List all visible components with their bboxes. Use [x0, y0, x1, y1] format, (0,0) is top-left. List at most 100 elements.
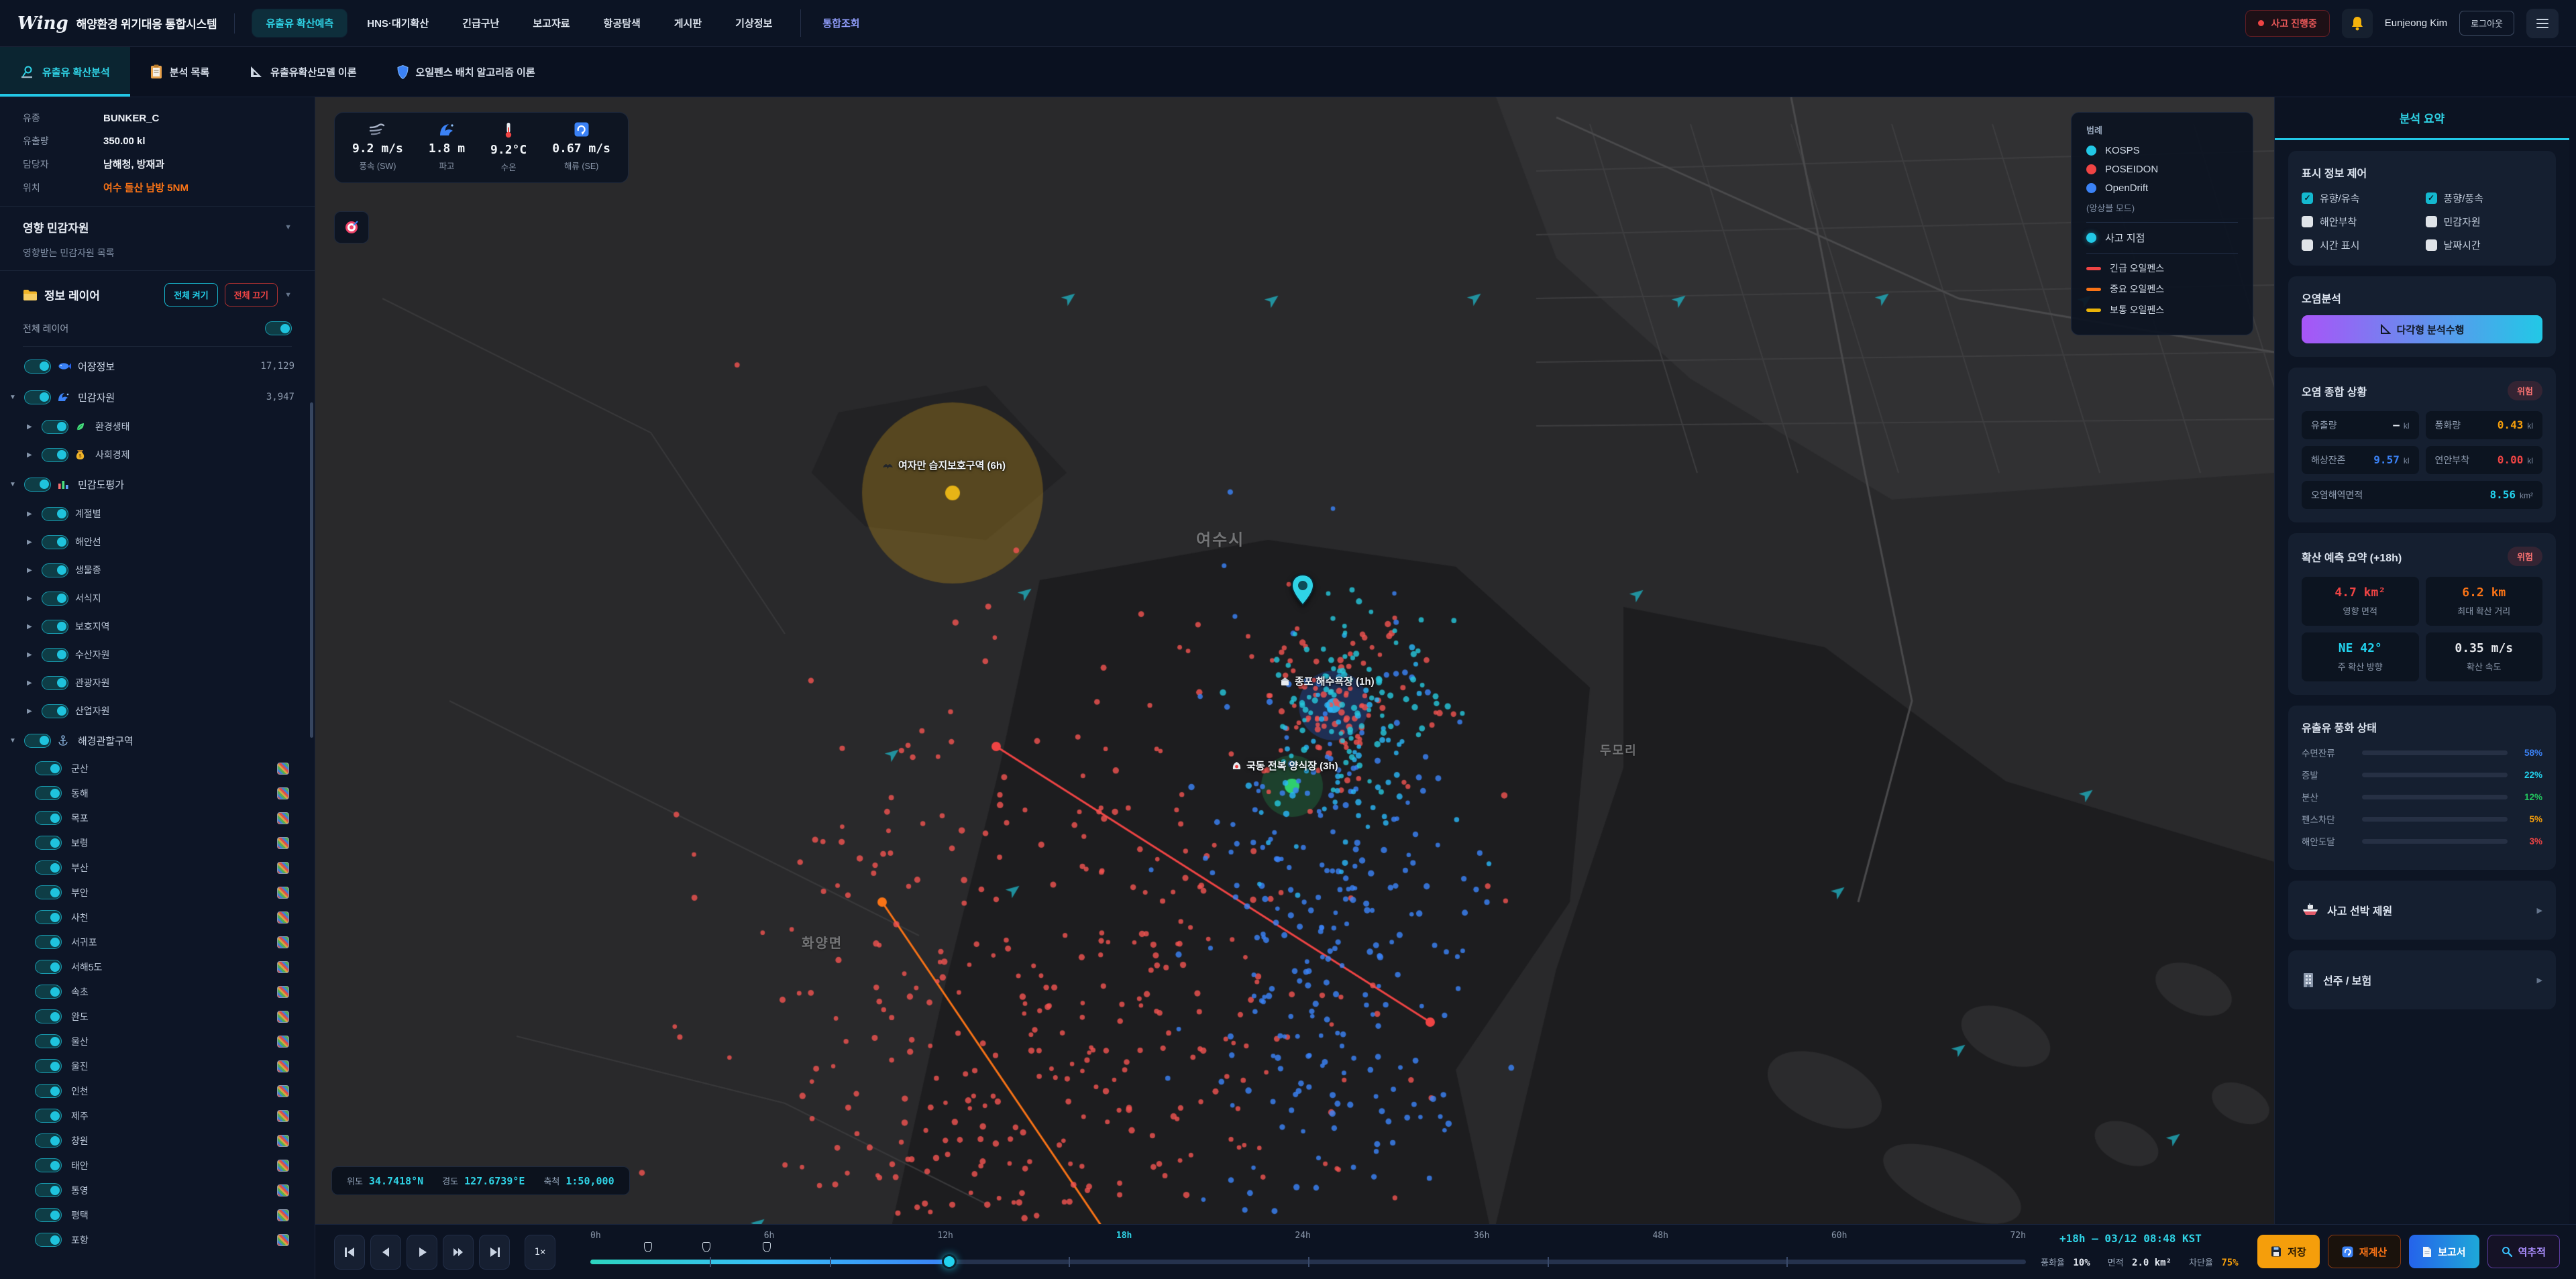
display-option[interactable]: 풍향/풍속 [2426, 191, 2543, 205]
map-canvas[interactable] [315, 97, 2274, 1224]
checkbox[interactable] [2302, 239, 2313, 251]
nav-item[interactable]: 긴급구난 [449, 9, 513, 37]
chevron-down-icon[interactable]: ▼ [9, 394, 24, 401]
timeline-tick[interactable]: 36h [1474, 1231, 1489, 1241]
timeline-tick[interactable]: 0h [590, 1231, 601, 1241]
nav-item[interactable]: 통합조회 [800, 9, 873, 37]
step-back-button[interactable] [370, 1235, 401, 1270]
region-style-swatch-button[interactable] [277, 862, 289, 874]
display-option[interactable]: 해안부착 [2302, 215, 2419, 229]
marker-label-farm[interactable]: 국동 전복 양식장 (3h) [1232, 759, 1338, 773]
region-style-swatch-button[interactable] [277, 1060, 289, 1072]
region-toggle[interactable] [35, 1158, 62, 1172]
layer-toggle[interactable] [42, 535, 68, 549]
nav-item[interactable]: 유출유 확산예측 [252, 9, 347, 37]
tab-spill-diffusion-analysis[interactable]: 유출유 확산분석 [0, 47, 130, 97]
layer-toggle[interactable] [24, 390, 51, 404]
marker-label-beach[interactable]: 종포 해수욕장 (1h) [1280, 674, 1375, 688]
chevron-down-icon[interactable]: ▼ [9, 481, 24, 488]
timeline-tick[interactable]: 18h [1116, 1231, 1132, 1241]
layer-toggle[interactable] [42, 620, 68, 634]
fence-deployment-marker[interactable] [763, 1242, 771, 1252]
layer-toggle[interactable] [42, 676, 68, 690]
checkbox[interactable] [2426, 216, 2437, 227]
timeline-tick[interactable]: 6h [764, 1231, 775, 1241]
master-layer-toggle[interactable] [265, 321, 292, 335]
checkbox[interactable] [2426, 192, 2437, 204]
region-toggle[interactable] [35, 836, 62, 850]
polygon-analysis-button[interactable]: 다각형 분석수행 [2302, 315, 2542, 343]
nav-item[interactable]: 항공탐색 [590, 9, 654, 37]
all-layers-on-button[interactable]: 전체 켜기 [164, 283, 217, 307]
sidebar-scrollbar[interactable] [310, 402, 313, 738]
timeline-slider[interactable] [590, 1260, 2026, 1264]
region-toggle[interactable] [35, 1009, 62, 1023]
timeline-tick[interactable]: 60h [1831, 1231, 1847, 1241]
chevron-right-icon[interactable]: ▶ [27, 539, 42, 546]
layer-toggle[interactable] [42, 704, 68, 718]
region-toggle[interactable] [35, 860, 62, 875]
region-style-swatch-button[interactable] [277, 1011, 289, 1023]
all-layers-off-button[interactable]: 전체 끄기 [225, 283, 278, 307]
region-style-swatch-button[interactable] [277, 1160, 289, 1172]
menu-button[interactable] [2526, 9, 2559, 38]
region-toggle[interactable] [35, 935, 62, 949]
region-style-swatch-button[interactable] [277, 986, 289, 998]
region-toggle[interactable] [35, 1084, 62, 1098]
layer-toggle[interactable] [42, 592, 68, 606]
region-style-swatch-button[interactable] [277, 837, 289, 849]
backtrack-button[interactable]: 역추적 [2487, 1235, 2560, 1268]
layer-toggle[interactable] [42, 448, 68, 462]
region-toggle[interactable] [35, 761, 62, 775]
incident-pin-icon[interactable] [1289, 573, 1316, 607]
region-style-swatch-button[interactable] [277, 936, 289, 948]
vessel-specs-card[interactable]: 사고 선박 제원 ▶ [2288, 881, 2556, 940]
chevron-right-icon[interactable]: ▶ [27, 651, 42, 659]
region-style-swatch-button[interactable] [277, 1184, 289, 1197]
fast-forward-button[interactable] [443, 1235, 474, 1270]
play-button[interactable] [407, 1235, 437, 1270]
region-style-swatch-button[interactable] [277, 1085, 289, 1097]
checkbox[interactable] [2426, 239, 2437, 251]
region-style-swatch-button[interactable] [277, 1110, 289, 1122]
region-toggle[interactable] [35, 1059, 62, 1073]
tab-oil-fence-algorithm-theory[interactable]: 오일펜스 배치 알고리즘 이론 [377, 47, 555, 97]
region-toggle[interactable] [35, 1133, 62, 1148]
layer-toggle[interactable] [24, 478, 51, 492]
chevron-down-icon[interactable]: ▼ [284, 291, 292, 299]
chevron-right-icon[interactable]: ▶ [27, 679, 42, 687]
layer-toggle[interactable] [42, 420, 68, 434]
chevron-right-icon[interactable]: ▶ [27, 595, 42, 602]
region-toggle[interactable] [35, 1233, 62, 1247]
region-toggle[interactable] [35, 1208, 62, 1222]
skip-to-end-button[interactable] [479, 1235, 510, 1270]
chevron-right-icon[interactable]: ▶ [27, 510, 42, 518]
region-style-swatch-button[interactable] [277, 1234, 289, 1246]
timeline-handle[interactable] [942, 1254, 957, 1269]
logout-button[interactable]: 로그아웃 [2459, 11, 2514, 36]
region-style-swatch-button[interactable] [277, 911, 289, 924]
display-option[interactable]: 유향/유속 [2302, 191, 2419, 205]
fence-deployment-marker[interactable] [644, 1242, 652, 1252]
recalculate-button[interactable]: 재계산 [2328, 1235, 2401, 1268]
region-style-swatch-button[interactable] [277, 763, 289, 775]
region-style-swatch-button[interactable] [277, 1036, 289, 1048]
speed-button[interactable]: 1× [525, 1235, 555, 1270]
fence-deployment-marker[interactable] [702, 1242, 710, 1252]
timeline-tick[interactable]: 12h [937, 1231, 953, 1241]
nav-item[interactable]: 보고자료 [519, 9, 583, 37]
layer-toggle[interactable] [24, 734, 51, 748]
checkbox[interactable] [2302, 192, 2313, 204]
map-viewport[interactable]: 여수시 화양면 두모리 여자만 습지보호구역 (6h) 종포 해수욕장 (1h) [315, 97, 2274, 1224]
timeline-tick[interactable]: 24h [1295, 1231, 1310, 1241]
region-style-swatch-button[interactable] [277, 1209, 289, 1221]
chevron-right-icon[interactable]: ▶ [27, 623, 42, 630]
region-toggle[interactable] [35, 786, 62, 800]
notifications-button[interactable] [2342, 9, 2373, 38]
region-toggle[interactable] [35, 885, 62, 899]
region-toggle[interactable] [35, 1109, 62, 1123]
region-toggle[interactable] [35, 960, 62, 974]
chevron-down-icon[interactable]: ▼ [284, 223, 292, 231]
layer-toggle[interactable] [24, 359, 51, 374]
display-option[interactable]: 날짜시간 [2426, 238, 2543, 252]
